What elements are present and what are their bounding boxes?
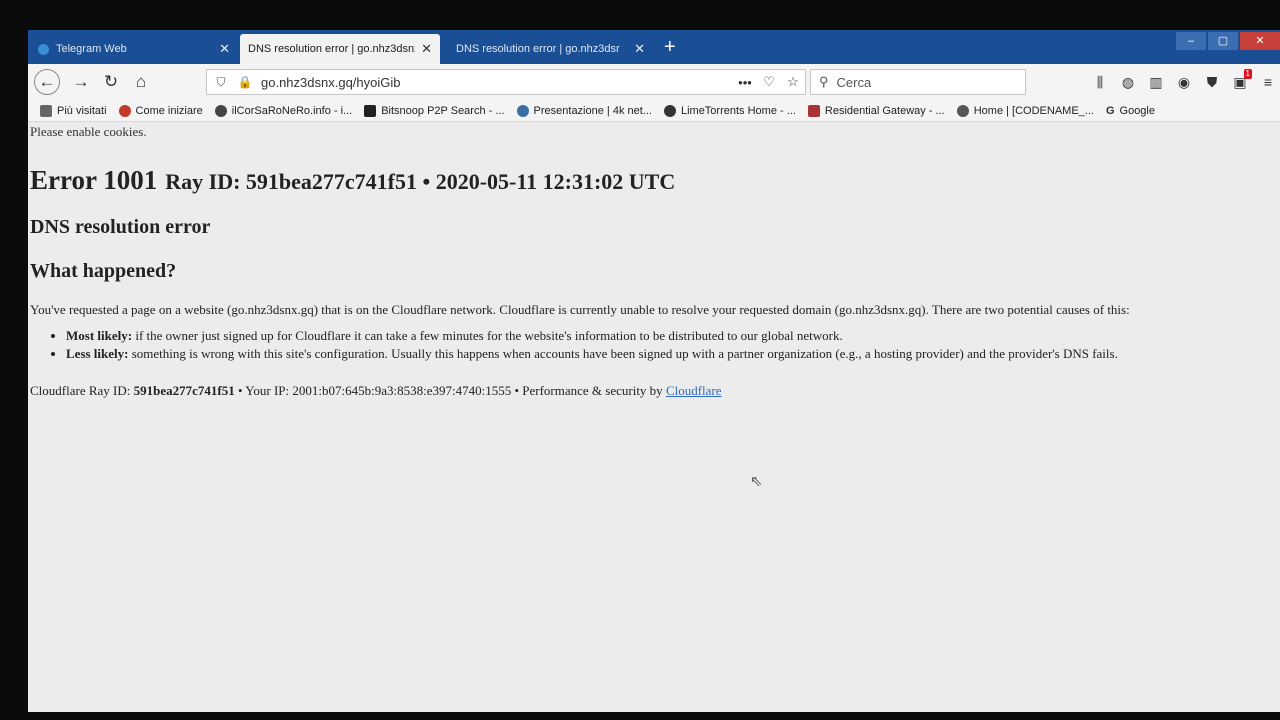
- codename-icon: [956, 104, 969, 117]
- tab-telegram[interactable]: Telegram Web ✕: [30, 34, 238, 64]
- forward-button[interactable]: →: [68, 69, 94, 95]
- window-controls: – ▢ ✕: [1174, 32, 1280, 50]
- globe-icon: [663, 104, 676, 117]
- globe-icon[interactable]: ◍: [1114, 70, 1142, 94]
- cookie-notice: Please enable cookies.: [30, 124, 147, 139]
- tab-dns-error[interactable]: DNS resolution error | go.nhz3dsr ✕: [448, 34, 653, 64]
- bookmark-item[interactable]: Più visitati: [40, 104, 107, 117]
- pocket-icon[interactable]: ♡: [757, 74, 781, 90]
- screen: Telegram Web ✕ DNS resolution error | go…: [28, 30, 1280, 712]
- shield-icon[interactable]: ⛉: [211, 75, 231, 90]
- cloudflare-link[interactable]: Cloudflare: [666, 383, 722, 398]
- tab-label: Telegram Web: [56, 43, 127, 55]
- bookmark-item[interactable]: ilCorSaRoNeRo.info - i...: [214, 104, 353, 117]
- mouse-cursor-icon: ⇖: [750, 472, 763, 490]
- google-icon: G: [1105, 104, 1115, 117]
- bookmark-label: Home | [CODENAME_...: [973, 104, 1094, 117]
- url-text[interactable]: go.nhz3dsnx.gq/hyoiGib: [261, 75, 733, 90]
- bitsnoop-icon: [364, 104, 377, 117]
- bookmark-item[interactable]: Presentazione | 4k net...: [516, 104, 652, 117]
- reload-button[interactable]: ↻: [98, 69, 124, 95]
- bullet-bold: Less likely:: [66, 346, 129, 361]
- tab-label: DNS resolution error | go.nhz3dsnx.: [248, 43, 416, 55]
- wordpress-icon: [516, 104, 529, 117]
- tab-dns-error-active[interactable]: DNS resolution error | go.nhz3dsnx. ✕: [240, 34, 440, 64]
- bullet-bold: Most likely:: [66, 328, 133, 343]
- error-code: Error 1001: [30, 165, 158, 195]
- menu-icon[interactable]: ≡: [1254, 70, 1280, 94]
- skull-icon: [214, 104, 227, 117]
- bookmark-item[interactable]: Come iniziare: [118, 104, 203, 117]
- footer-ray-id: 591bea277c741f51: [133, 383, 235, 398]
- error-heading: Error 1001 Ray ID: 591bea277c741f51 • 20…: [30, 160, 675, 197]
- shield-extension-icon[interactable]: ⛊: [1198, 70, 1226, 94]
- navigation-bar: ← → ↻ ⌂ ⛉ 🔒 go.nhz3dsnx.gq/hyoiGib ••• ♡…: [28, 64, 1280, 100]
- footer-middle: • Your IP: 2001:b07:645b:9a3:8538:e397:4…: [234, 383, 666, 398]
- router-icon: [807, 104, 820, 117]
- bookmark-label: Come iniziare: [135, 104, 203, 117]
- bookmark-item[interactable]: LimeTorrents Home - ...: [663, 104, 796, 117]
- toolbar-icons: ⫼ ◍ ▥ ◉ ⛊ ▣ ≡: [1086, 69, 1280, 94]
- ray-id-timestamp: Ray ID: 591bea277c741f51 • 2020-05-11 12…: [165, 169, 676, 194]
- list-item: Less likely: something is wrong with thi…: [66, 346, 1118, 362]
- footer-prefix: Cloudflare Ray ID:: [30, 383, 134, 398]
- error-subtitle: DNS resolution error: [30, 216, 211, 238]
- explanation-paragraph: You've requested a page on a website (go…: [30, 302, 1130, 317]
- bookmark-label: LimeTorrents Home - ...: [680, 104, 796, 117]
- maximize-button[interactable]: ▢: [1208, 32, 1238, 50]
- account-icon[interactable]: ◉: [1170, 70, 1198, 94]
- bullet-text: something is wrong with this site's conf…: [128, 346, 1118, 361]
- bookmark-star-icon[interactable]: ☆: [781, 74, 805, 90]
- tab-strip: Telegram Web ✕ DNS resolution error | go…: [28, 30, 1280, 64]
- bookmark-label: Bitsnoop P2P Search - ...: [381, 104, 505, 117]
- bookmark-label: Più visitati: [57, 104, 107, 117]
- search-icon: ⚲: [819, 74, 829, 89]
- sidebar-icon[interactable]: ▥: [1142, 70, 1170, 94]
- back-button[interactable]: ←: [34, 69, 60, 95]
- minimize-button[interactable]: –: [1176, 32, 1206, 50]
- bullet-text: if the owner just signed up for Cloudfla…: [132, 328, 843, 343]
- new-tab-button[interactable]: +: [664, 36, 676, 58]
- bookmark-item[interactable]: G Google: [1106, 105, 1155, 117]
- bookmark-label: ilCorSaRoNeRo.info - i...: [231, 104, 353, 117]
- bookmark-label: Residential Gateway - ...: [824, 104, 945, 117]
- search-placeholder[interactable]: Cerca: [837, 75, 872, 90]
- window-close-button[interactable]: ✕: [1240, 32, 1280, 50]
- bookmark-item[interactable]: Home | [CODENAME_...: [956, 104, 1094, 117]
- list-item: Most likely: if the owner just signed up…: [66, 328, 1118, 344]
- home-button[interactable]: ⌂: [128, 69, 154, 95]
- bookmark-item[interactable]: Residential Gateway - ...: [807, 104, 945, 117]
- firefox-icon: [118, 104, 131, 117]
- search-bar[interactable]: ⚲ Cerca: [810, 69, 1026, 95]
- close-icon[interactable]: ✕: [634, 41, 645, 57]
- bookmarks-toolbar: Più visitati Come iniziare ilCorSaRoNeRo…: [28, 100, 1280, 122]
- page-actions-icon[interactable]: •••: [733, 75, 757, 90]
- extension-badge-icon[interactable]: ▣: [1226, 69, 1254, 94]
- bookmark-label: Presentazione | 4k net...: [533, 104, 652, 117]
- telegram-icon: [38, 43, 49, 55]
- library-icon[interactable]: ⫼: [1086, 70, 1114, 94]
- close-icon[interactable]: ✕: [219, 41, 230, 57]
- bookmark-label: Google: [1119, 104, 1155, 117]
- what-happened-heading: What happened?: [30, 260, 177, 282]
- close-icon[interactable]: ✕: [421, 41, 432, 57]
- causes-list: Most likely: if the owner just signed up…: [50, 328, 1118, 364]
- tab-label: DNS resolution error | go.nhz3dsr: [456, 43, 620, 55]
- url-bar[interactable]: ⛉ 🔒 go.nhz3dsnx.gq/hyoiGib ••• ♡ ☆: [206, 69, 806, 95]
- bookmark-item[interactable]: Bitsnoop P2P Search - ...: [364, 104, 505, 117]
- cloudflare-footer: Cloudflare Ray ID: 591bea277c741f51 • Yo…: [30, 383, 722, 399]
- gear-icon: [40, 104, 52, 117]
- page-content: Please enable cookies. Error 1001 Ray ID…: [28, 122, 1280, 712]
- lock-warning-icon[interactable]: 🔒: [235, 75, 255, 89]
